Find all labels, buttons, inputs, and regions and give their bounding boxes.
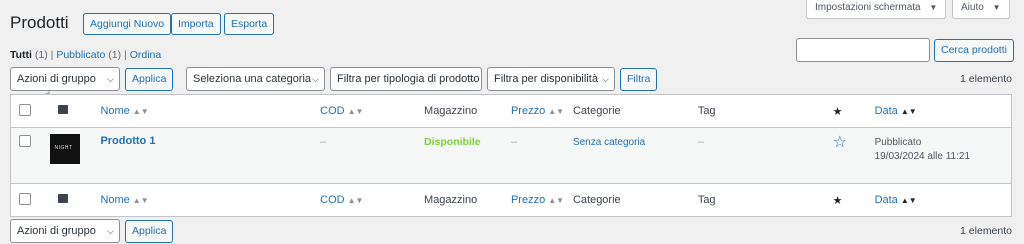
search-input[interactable]	[796, 38, 930, 62]
sort-arrows-icon: ▲▼	[132, 107, 149, 116]
star-icon: ★	[832, 105, 843, 118]
column-categories: Categorie	[572, 194, 621, 206]
product-type-filter-label: Filtra per tipologia di prodotto	[337, 73, 480, 85]
screen-options-button[interactable]: Impostazioni schermata ▼	[806, 0, 947, 19]
category-filter-select[interactable]: Seleziona una categoria ⌵	[186, 67, 325, 91]
add-new-button[interactable]: Aggiungi Nuovo	[83, 13, 172, 35]
product-price: –	[510, 136, 518, 148]
view-published-count: (1)	[108, 49, 122, 61]
items-count-top: 1 elemento	[960, 73, 1012, 85]
product-type-filter-select[interactable]: Filtra per tipologia di prodotto ⌵	[330, 67, 482, 91]
filter-button[interactable]: Filtra	[620, 68, 658, 91]
column-tags: Tag	[697, 105, 716, 117]
bulk-action-label: Azioni di gruppo	[17, 73, 96, 85]
column-date[interactable]: Data	[875, 194, 898, 206]
sort-arrows-icon: ▲▼	[347, 196, 364, 205]
table-header-row: Nome ▲▼ COD ▲▼ Magazzino Prezzo ▲▼ Categori…	[10, 94, 1012, 128]
star-icon: ★	[832, 194, 843, 207]
product-name-link[interactable]: Prodotto 1	[100, 135, 155, 147]
sort-arrows-icon: ▲▼	[132, 196, 149, 205]
column-name[interactable]: Nome	[100, 105, 129, 117]
table-row: NIGHT Prodotto 1 – Disponibile – Senza c…	[10, 127, 1012, 184]
image-icon	[58, 194, 69, 203]
column-stock: Magazzino	[424, 194, 478, 206]
bulk-action-label: Azioni di gruppo	[17, 225, 96, 237]
view-published[interactable]: Pubblicato	[56, 49, 105, 61]
sort-arrows-icon: ▲▼	[548, 107, 565, 116]
view-all[interactable]: Tutti	[10, 49, 32, 61]
row-checkbox[interactable]	[19, 135, 31, 147]
column-sku[interactable]: COD	[320, 194, 344, 206]
column-sku[interactable]: COD	[320, 105, 344, 117]
items-count-bottom: 1 elemento	[960, 225, 1012, 237]
column-name[interactable]: Nome	[100, 194, 129, 206]
chevron-down-icon: ⌵	[469, 74, 476, 84]
category-filter-label: Seleziona una categoria	[193, 73, 312, 85]
chevron-down-icon: ▼	[929, 3, 938, 12]
product-tags: –	[697, 136, 704, 148]
stock-status: Disponibile	[424, 136, 481, 148]
screen-options-label: Impostazioni schermata	[815, 2, 921, 13]
view-order[interactable]: Ordina	[130, 49, 162, 61]
sort-arrows-icon: ▲▼	[900, 107, 917, 116]
product-category-link[interactable]: Senza categoria	[573, 137, 645, 148]
sort-arrows-icon: ▲▼	[900, 196, 917, 205]
image-icon	[58, 105, 69, 114]
column-categories: Categorie	[572, 105, 621, 117]
column-date[interactable]: Data	[875, 105, 898, 117]
import-button[interactable]: Importa	[171, 13, 221, 35]
column-price[interactable]: Prezzo	[511, 105, 545, 117]
stock-filter-label: Filtra per disponibilità	[494, 73, 598, 85]
chevron-down-icon: ⌵	[312, 74, 319, 84]
sort-arrows-icon: ▲▼	[347, 107, 364, 116]
search-button[interactable]: Cerca prodotti	[934, 39, 1014, 62]
chevron-down-icon: ⌵	[602, 74, 609, 84]
publish-status: Pubblicato	[874, 137, 922, 148]
column-stock: Magazzino	[424, 105, 478, 117]
separator: |	[50, 49, 54, 61]
apply-button-bottom[interactable]: Applica	[125, 220, 174, 243]
chevron-down-icon: ⌵	[107, 226, 114, 236]
export-button[interactable]: Esporta	[224, 13, 275, 35]
view-filters: Tutti (1) | Pubblicato (1) | Ordina	[10, 49, 161, 61]
bulk-action-select-top[interactable]: Azioni di gruppo ⌵	[10, 67, 120, 91]
help-button[interactable]: Aiuto ▼	[952, 0, 1010, 19]
select-all-checkbox-bottom[interactable]	[19, 192, 31, 205]
featured-star-icon[interactable]: ☆	[833, 134, 847, 151]
separator: |	[124, 49, 127, 61]
select-all-checkbox[interactable]	[19, 103, 31, 116]
apply-button-top[interactable]: Applica	[125, 68, 174, 91]
help-label: Aiuto	[961, 2, 984, 13]
publish-date: 19/03/2024 alle 11:21	[874, 151, 971, 162]
product-thumbnail[interactable]: NIGHT	[50, 134, 81, 164]
products-table: Nome ▲▼ COD ▲▼ Magazzino Prezzo ▲▼ Categori…	[10, 94, 1012, 217]
stock-filter-select[interactable]: Filtra per disponibilità ⌵	[487, 67, 615, 91]
view-all-count: (1)	[34, 49, 48, 61]
chevron-down-icon: ⌵	[107, 74, 114, 84]
product-sku: –	[320, 136, 327, 148]
table-footer-row: Nome ▲▼ COD ▲▼ Magazzino Prezzo ▲▼ Categori…	[10, 183, 1012, 217]
thumbnail-text: NIGHT	[54, 145, 73, 151]
sort-arrows-icon: ▲▼	[548, 196, 565, 205]
column-price[interactable]: Prezzo	[511, 194, 545, 206]
column-tags: Tag	[697, 194, 716, 206]
bulk-action-select-bottom[interactable]: Azioni di gruppo ⌵	[10, 219, 120, 243]
page-title: Prodotti	[10, 13, 69, 32]
chevron-down-icon: ▼	[992, 3, 1001, 12]
